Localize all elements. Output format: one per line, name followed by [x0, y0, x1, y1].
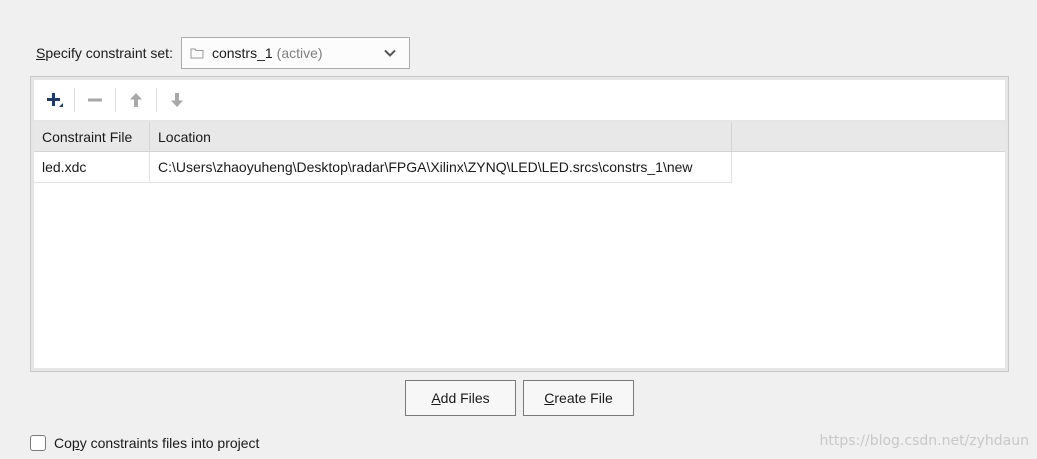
toolbar — [34, 80, 1005, 120]
table-row[interactable]: led.xdc C:\Users\zhaoyuheng\Desktop\rada… — [34, 152, 732, 183]
chevron-down-icon — [384, 49, 396, 57]
add-icon — [47, 93, 63, 107]
constraints-table: Constraint File Location led.xdc C:\User… — [34, 122, 1005, 368]
column-header-empty — [732, 122, 1005, 152]
create-file-button[interactable]: Create File — [523, 380, 634, 416]
copy-constraints-checkbox[interactable] — [30, 435, 46, 451]
cell-location[interactable]: C:\Users\zhaoyuheng\Desktop\radar\FPGA\X… — [150, 152, 732, 183]
constraint-set-active-tag: (active) — [276, 45, 323, 61]
table-header: Constraint File Location — [34, 122, 1005, 152]
remove-icon — [88, 98, 102, 102]
move-down-button[interactable] — [157, 82, 197, 118]
add-files-button[interactable]: Add Files — [405, 380, 516, 416]
column-header-constraint-file[interactable]: Constraint File — [34, 122, 150, 152]
folder-icon — [190, 48, 204, 59]
move-up-icon — [130, 93, 142, 107]
add-button[interactable] — [34, 82, 74, 118]
watermark: https://blog.csdn.net/zyhdaun — [819, 433, 1029, 449]
remove-button[interactable] — [75, 82, 115, 118]
cell-constraint-file[interactable]: led.xdc — [34, 152, 150, 183]
constraint-set-row: Specify constraint set: constrs_1 (activ… — [36, 36, 410, 70]
copy-constraints-row[interactable]: Copy constraints files into project — [30, 433, 259, 453]
move-down-icon — [171, 93, 183, 107]
constraints-panel: Constraint File Location led.xdc C:\User… — [30, 76, 1009, 372]
copy-constraints-label: Copy constraints files into project — [54, 435, 260, 451]
constraint-set-label: Specify constraint set: — [36, 45, 173, 61]
column-header-location[interactable]: Location — [150, 122, 732, 152]
constraint-set-dropdown[interactable]: constrs_1 (active) — [180, 37, 410, 69]
move-up-button[interactable] — [116, 82, 156, 118]
constraint-set-value: constrs_1 — [211, 45, 273, 61]
